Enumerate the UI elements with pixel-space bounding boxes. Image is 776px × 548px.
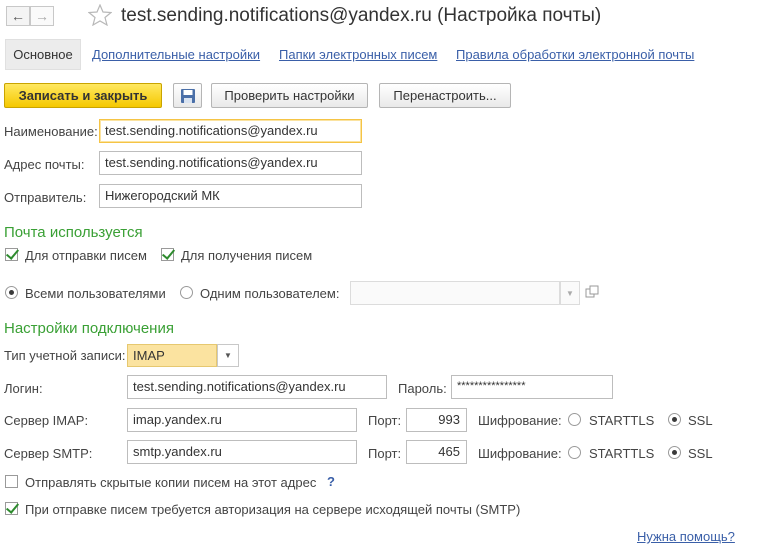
imap-port-field[interactable]: 993 [406,408,467,432]
reconfigure-button[interactable]: Перенастроить... [379,83,511,108]
one-user-field[interactable] [350,281,560,305]
bcc-checkbox[interactable] [5,475,18,488]
smtp-starttls-label: STARTTLS [589,446,655,461]
window-title: test.sending.notifications@yandex.ru (На… [121,5,602,26]
forward-button[interactable]: → [30,6,54,26]
receive-mail-label: Для получения писем [181,248,313,263]
imap-ssl-label: SSL [688,413,713,428]
smtp-server-field[interactable]: smtp.yandex.ru [127,440,357,464]
bcc-label: Отправлять скрытые копии писем на этот а… [25,475,317,490]
check-settings-button[interactable]: Проверить настройки [211,83,368,108]
password-label: Пароль: [398,381,447,396]
one-user-dropdown-button[interactable]: ▼ [560,281,580,305]
imap-port-label: Порт: [368,413,402,428]
all-users-label: Всеми пользователями [25,286,166,301]
imap-server-field[interactable]: imap.yandex.ru [127,408,357,432]
smtp-starttls-radio[interactable] [568,446,581,459]
chevron-down-icon: ▼ [566,288,574,298]
usage-section-header: Почта используется [4,224,143,241]
help-link[interactable]: Нужна помощь? [637,529,735,544]
smtp-auth-checkbox[interactable] [5,502,18,515]
one-user-radio[interactable] [180,286,193,299]
open-window-icon[interactable] [584,284,600,300]
account-type-dropdown-button[interactable]: ▼ [217,344,239,367]
account-type-select[interactable]: IMAP [127,344,217,367]
smtp-auth-label: При отправке писем требуется авторизация… [25,502,521,517]
imap-ssl-radio[interactable] [668,413,681,426]
all-users-radio[interactable] [5,286,18,299]
one-user-label: Одним пользователем: [200,286,340,301]
address-label: Адрес почты: [4,157,85,172]
favorite-star-icon[interactable] [87,3,113,27]
sender-label: Отправитель: [4,190,87,205]
imap-starttls-label: STARTTLS [589,413,655,428]
receive-mail-checkbox[interactable] [161,248,174,261]
sender-field[interactable]: Нижегородский МК [99,184,362,208]
tab-email-rules[interactable]: Правила обработки электронной почты [456,47,694,62]
smtp-ssl-radio[interactable] [668,446,681,459]
address-field[interactable]: test.sending.notifications@yandex.ru [99,151,362,175]
smtp-encryption-label: Шифрование: [478,446,562,461]
arrow-right-icon: → [35,8,49,24]
chevron-down-icon: ▼ [224,351,232,360]
save-button[interactable] [173,83,202,108]
send-mail-label: Для отправки писем [25,248,147,263]
smtp-port-field[interactable]: 465 [406,440,467,464]
smtp-port-label: Порт: [368,446,402,461]
name-field[interactable]: test.sending.notifications@yandex.ru [99,119,362,143]
login-label: Логин: [4,381,43,396]
send-mail-checkbox[interactable] [5,248,18,261]
imap-server-label: Сервер IMAP: [4,413,89,428]
tab-additional-settings[interactable]: Дополнительные настройки [92,47,260,62]
smtp-server-label: Сервер SMTP: [4,446,93,461]
tab-main[interactable]: Основное [5,39,81,70]
account-type-label: Тип учетной записи: [4,348,126,363]
imap-starttls-radio[interactable] [568,413,581,426]
password-field[interactable]: **************** [451,375,613,399]
name-label: Наименование: [4,124,98,139]
arrow-left-icon: ← [11,8,25,24]
save-and-close-button[interactable]: Записать и закрыть [4,83,162,108]
tab-email-folders[interactable]: Папки электронных писем [279,47,437,62]
connection-section-header: Настройки подключения [4,320,174,337]
smtp-ssl-label: SSL [688,446,713,461]
imap-encryption-label: Шифрование: [478,413,562,428]
back-button[interactable]: ← [6,6,30,26]
login-field[interactable]: test.sending.notifications@yandex.ru [127,375,387,399]
floppy-disk-icon [180,88,195,103]
bcc-help-icon[interactable]: ? [327,474,335,489]
